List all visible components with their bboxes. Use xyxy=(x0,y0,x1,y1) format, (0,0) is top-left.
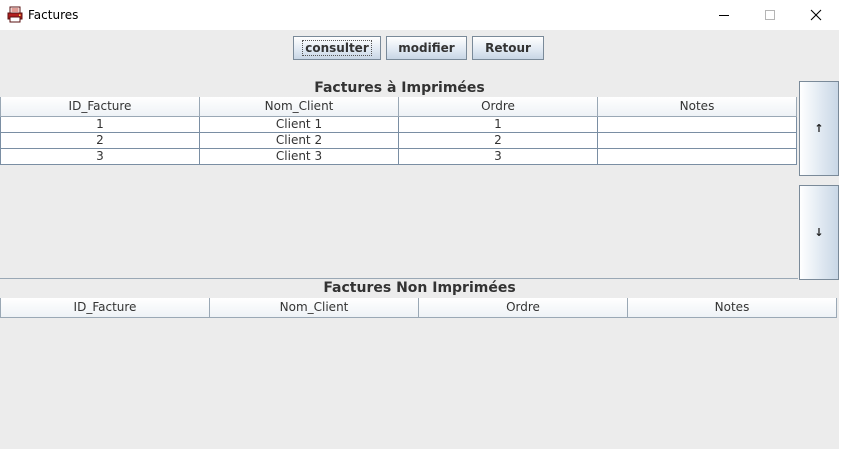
table-row[interactable]: 1 Client 1 1 xyxy=(0,115,797,133)
unprinted-invoices-title: Factures Non Imprimées xyxy=(323,280,516,296)
cell-nom-client[interactable]: Client 2 xyxy=(199,131,399,149)
minimize-button[interactable] xyxy=(701,0,747,30)
column-header-notes[interactable]: Notes xyxy=(597,97,797,117)
printed-invoices-table[interactable]: ID_Facture Nom_Client Ordre Notes 1 Clie… xyxy=(0,97,797,165)
column-header-nom-client[interactable]: Nom_Client xyxy=(199,97,399,117)
column-header-ordre[interactable]: Ordre xyxy=(398,97,598,117)
arrow-down-icon: ↓ xyxy=(814,226,824,239)
column-header-id-facture[interactable]: ID_Facture xyxy=(0,97,200,117)
cell-nom-client[interactable]: Client 3 xyxy=(199,147,399,165)
cell-nom-client[interactable]: Client 1 xyxy=(199,115,399,133)
title-bar[interactable]: Factures xyxy=(0,0,841,30)
cell-notes[interactable] xyxy=(597,147,797,165)
minimize-icon xyxy=(719,15,729,16)
consulter-button[interactable]: consulter xyxy=(293,36,381,60)
factures-window: Factures consulter modifier Retour Factu… xyxy=(0,0,841,449)
unprinted-invoices-table[interactable]: ID_Facture Nom_Client Ordre Notes xyxy=(0,298,837,318)
cell-id-facture[interactable]: 2 xyxy=(0,131,200,149)
cell-id-facture[interactable]: 1 xyxy=(0,115,200,133)
cell-id-facture[interactable]: 3 xyxy=(0,147,200,165)
consulter-label: consulter xyxy=(302,40,372,56)
move-down-button[interactable]: ↓ xyxy=(799,185,839,280)
printed-invoices-title: Factures à Imprimées xyxy=(314,80,485,96)
cell-notes[interactable] xyxy=(597,115,797,133)
printer-app-icon xyxy=(7,6,23,23)
cell-ordre[interactable]: 3 xyxy=(398,147,598,165)
close-icon xyxy=(810,9,822,21)
column-header-id-facture[interactable]: ID_Facture xyxy=(0,298,210,318)
column-header-notes[interactable]: Notes xyxy=(627,298,837,318)
cell-ordre[interactable]: 1 xyxy=(398,115,598,133)
cell-ordre[interactable]: 2 xyxy=(398,131,598,149)
maximize-button[interactable] xyxy=(747,0,793,30)
maximize-icon xyxy=(765,10,775,20)
unprinted-invoices-table-area[interactable]: ID_Facture Nom_Client Ordre Notes xyxy=(0,298,838,449)
table-header-row: ID_Facture Nom_Client Ordre Notes xyxy=(0,97,797,117)
retour-button[interactable]: Retour xyxy=(472,36,544,60)
move-up-button[interactable]: ↑ xyxy=(799,81,839,176)
modifier-button[interactable]: modifier xyxy=(386,36,467,60)
close-button[interactable] xyxy=(793,0,839,30)
printed-invoices-table-area[interactable]: ID_Facture Nom_Client Ordre Notes 1 Clie… xyxy=(0,97,798,279)
cell-notes[interactable] xyxy=(597,131,797,149)
window-title: Factures xyxy=(28,8,79,22)
table-header-row: ID_Facture Nom_Client Ordre Notes xyxy=(0,298,837,318)
arrow-up-icon: ↑ xyxy=(814,122,824,135)
column-header-ordre[interactable]: Ordre xyxy=(418,298,628,318)
table-row[interactable]: 2 Client 2 2 xyxy=(0,131,797,149)
column-header-nom-client[interactable]: Nom_Client xyxy=(209,298,419,318)
table-row[interactable]: 3 Client 3 3 xyxy=(0,147,797,165)
